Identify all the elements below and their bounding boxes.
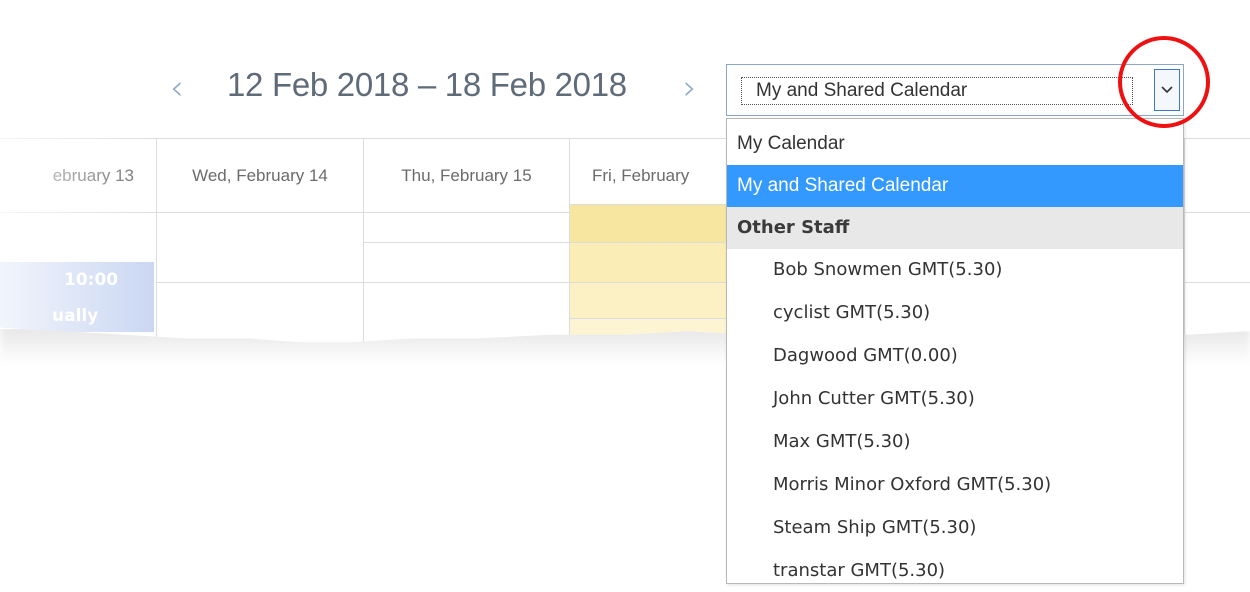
previous-week-button[interactable]: ‹ (170, 68, 184, 108)
grid-cell[interactable] (156, 212, 363, 282)
date-range-title: 12 Feb 2018 – 18 Feb 2018 (227, 66, 627, 103)
calendar-event[interactable]: 10:00 ually (0, 262, 154, 332)
option-staff[interactable]: John Cutter GMT(5.30) (727, 378, 1183, 420)
grid-cell[interactable] (1184, 212, 1250, 282)
column-header-wed: Wed, February 14 (156, 138, 363, 212)
column-header-extra (1184, 138, 1250, 212)
option-my-and-shared-calendar[interactable]: My and Shared Calendar (727, 165, 1183, 207)
event-time: 10:00 (64, 270, 119, 290)
grid-cell[interactable] (363, 242, 569, 282)
option-staff[interactable]: Bob Snowmen GMT(5.30) (727, 249, 1183, 291)
option-staff[interactable]: Steam Ship GMT(5.30) (727, 507, 1183, 549)
annotation-circle (1118, 36, 1210, 128)
calendar-select-value: My and Shared Calendar (741, 77, 1133, 105)
fade-overlay-top (0, 0, 1250, 40)
option-staff[interactable]: Morris Minor Oxford GMT(5.30) (727, 464, 1183, 506)
calendar-select[interactable]: My and Shared Calendar (726, 64, 1184, 116)
grid-cell-today[interactable] (569, 242, 729, 282)
grid-cell-today[interactable] (569, 282, 729, 318)
calendar-dropdown-list: My Calendar My and Shared Calendar Other… (726, 118, 1184, 584)
option-staff[interactable]: Max GMT(5.30) (727, 421, 1183, 463)
option-staff[interactable]: cyclist GMT(5.30) (727, 292, 1183, 334)
event-title: ually (52, 306, 99, 326)
option-staff[interactable]: transtar GMT(5.30) (727, 550, 1183, 592)
column-header-fri: Fri, February (569, 138, 749, 212)
column-header-thu: Thu, February 15 (363, 138, 569, 212)
grid-cell-today[interactable] (569, 204, 729, 242)
grid-cell[interactable] (363, 212, 569, 242)
next-week-button[interactable]: › (683, 68, 697, 108)
option-my-calendar[interactable]: My Calendar (727, 123, 1183, 165)
column-header-tue: ebruary 13 (0, 138, 156, 212)
option-staff[interactable]: Dagwood GMT(0.00) (727, 335, 1183, 377)
option-group-other-staff: Other Staff (727, 207, 1183, 249)
